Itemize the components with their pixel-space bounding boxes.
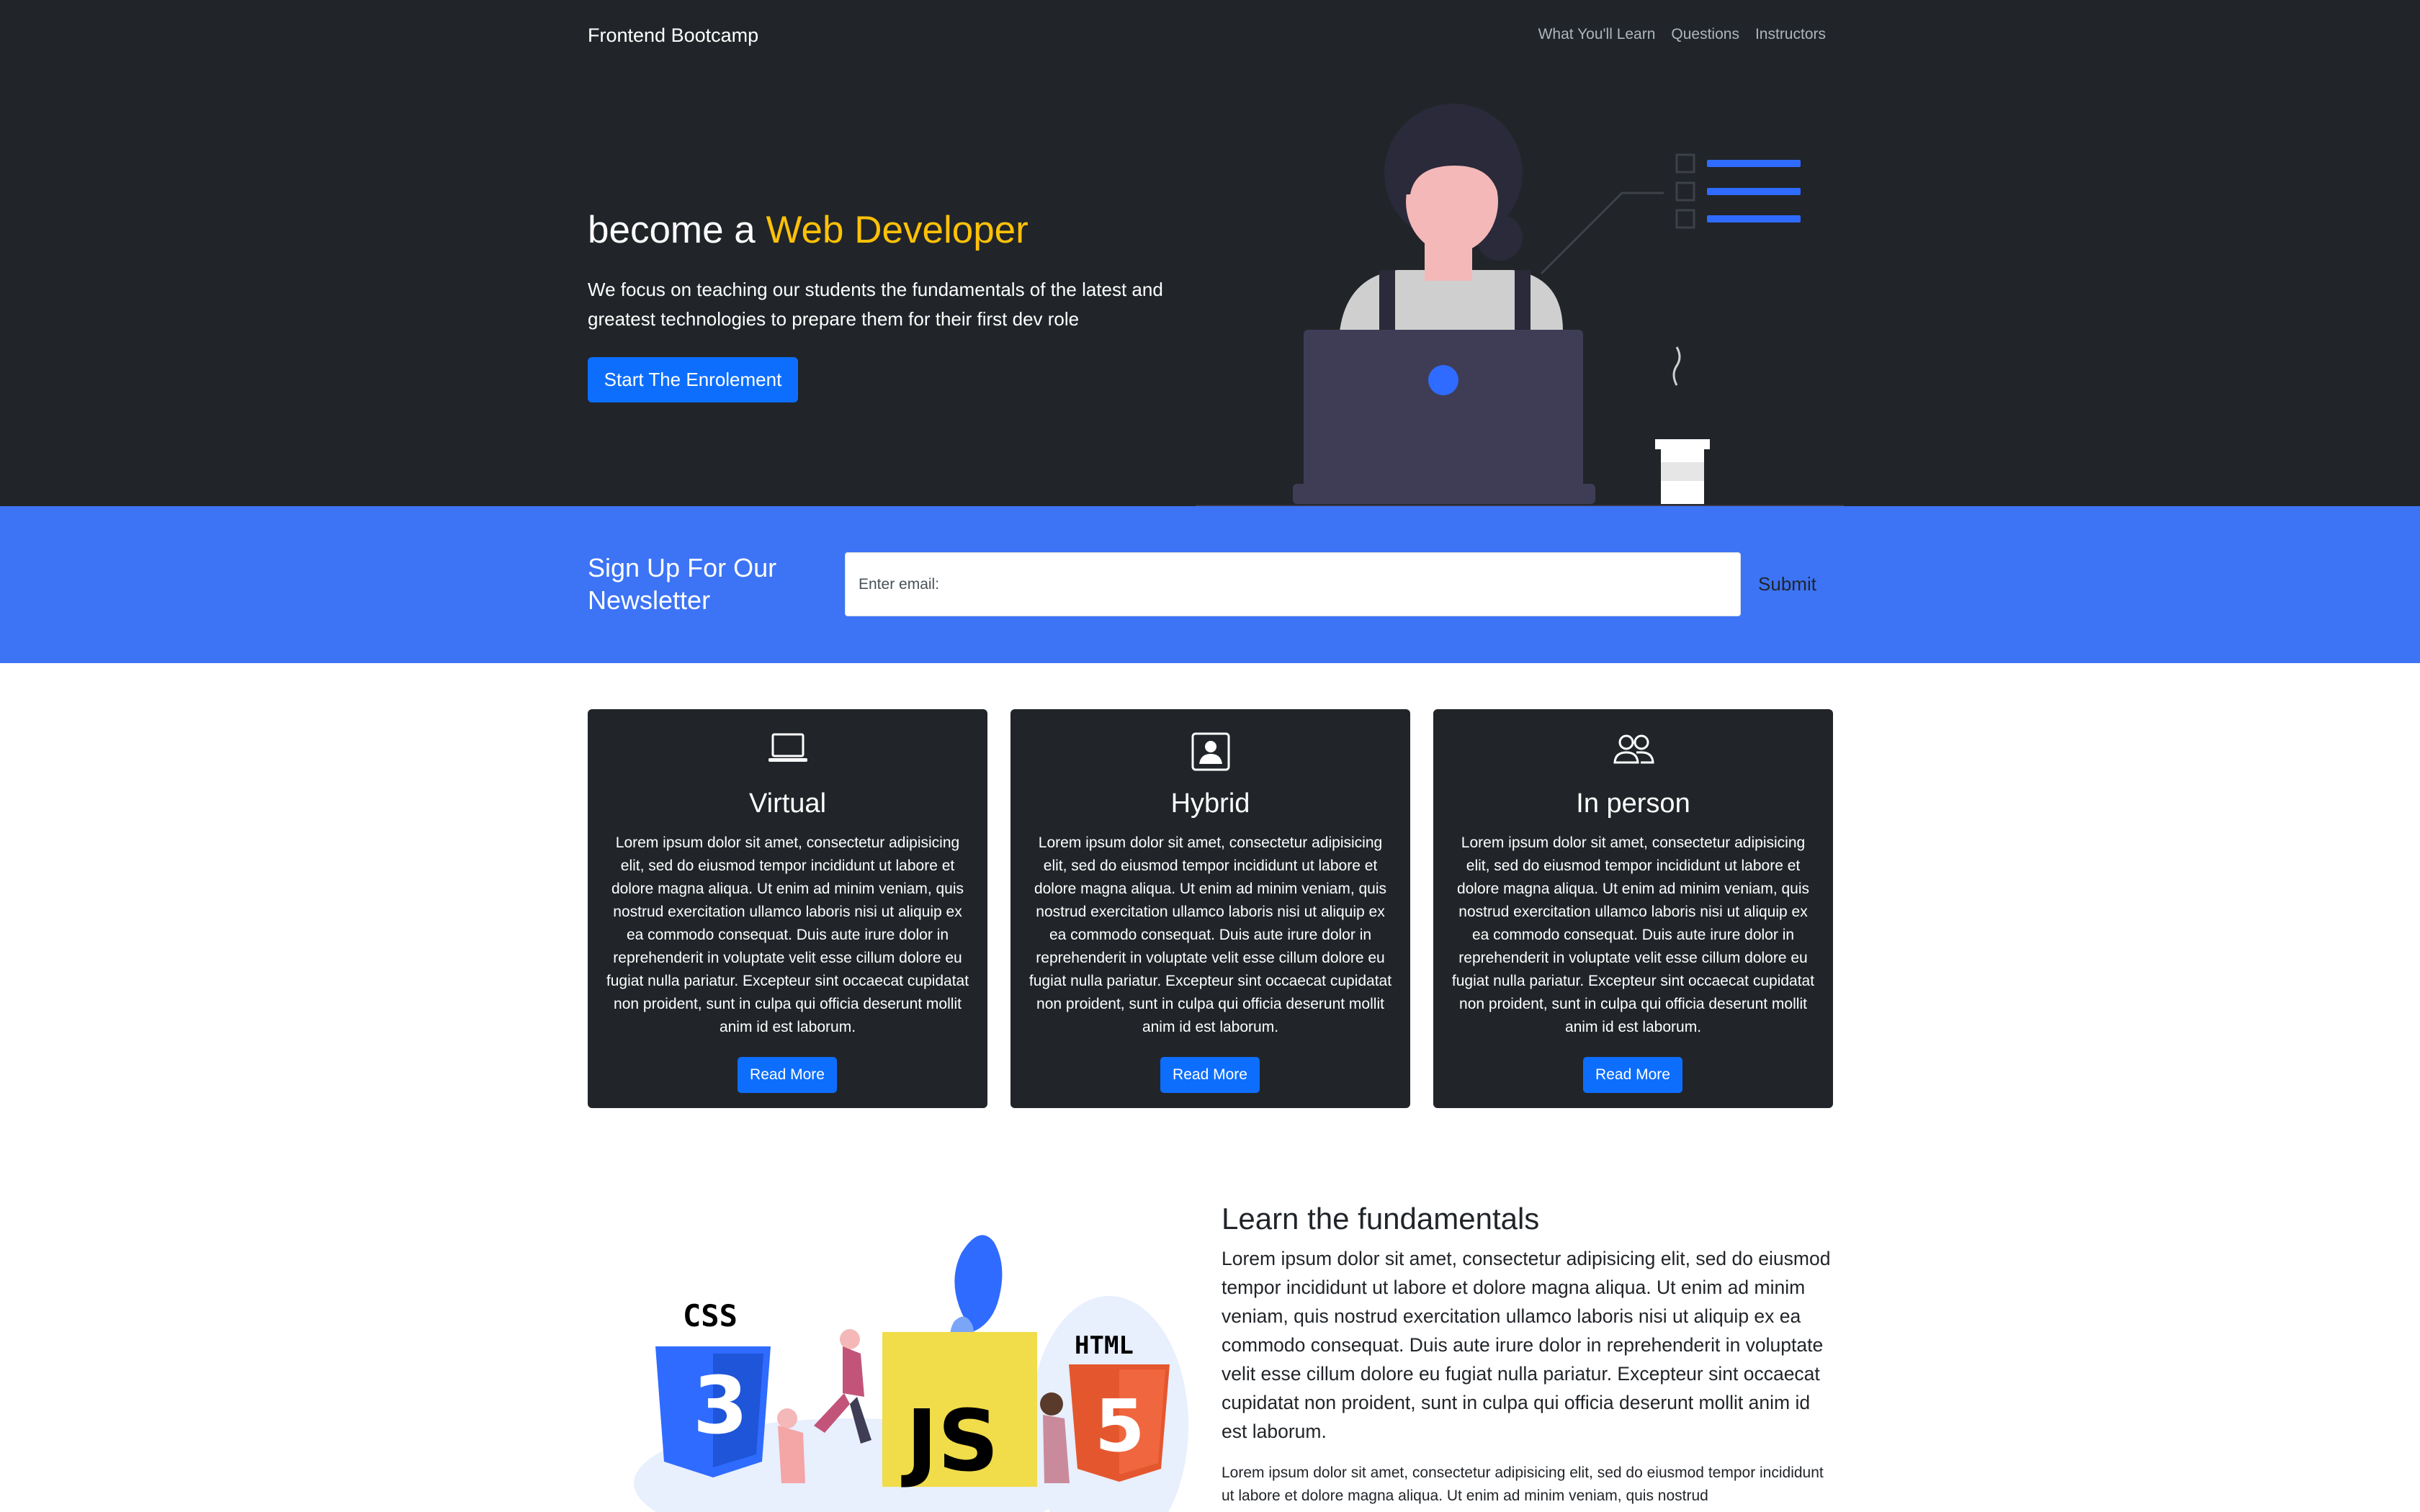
svg-text:5: 5	[1095, 1384, 1145, 1468]
css-logo: CSS 3	[655, 1298, 771, 1477]
coffee-cup-graphic	[1655, 346, 1710, 504]
navbar-links: What You'll Learn Questions Instructors	[1538, 24, 1826, 45]
checklist-graphic	[1540, 153, 1695, 275]
hero-title-accent: Web Developer	[766, 209, 1028, 251]
read-more-button[interactable]: Read More	[1160, 1057, 1260, 1093]
nav-link-questions[interactable]: Questions	[1671, 24, 1739, 45]
fundamentals-illustration: CSS 3 JS HTML 5	[634, 1235, 1188, 1512]
fundamentals-text: Lorem ipsum dolor sit amet, consectetur …	[1222, 1464, 1824, 1504]
hero-title-prefix: become a	[588, 209, 766, 251]
card-title: Virtual	[748, 788, 827, 819]
hero-illustration	[1196, 104, 1844, 508]
card-text: Lorem ipsum dolor sit amet, consectetur …	[1451, 834, 1815, 1035]
laptop-icon	[588, 732, 987, 770]
newsletter-submit-button[interactable]: Submit	[1742, 552, 1833, 616]
laptop-graphic	[1293, 330, 1595, 504]
people-icon	[1433, 732, 1833, 770]
svg-text:HTML: HTML	[1075, 1331, 1134, 1360]
newsletter-title: Sign Up For Our Newsletter	[588, 553, 777, 615]
card-hybrid: Hybrid Lorem ipsum dolor sit amet, conse…	[1010, 709, 1410, 1108]
card-title: Hybrid	[1170, 788, 1250, 819]
read-more-button[interactable]: Read More	[1583, 1057, 1682, 1093]
card-text: Lorem ipsum dolor sit amet, consectetur …	[1028, 834, 1392, 1035]
read-more-button[interactable]: Read More	[738, 1057, 837, 1093]
fundamentals-lead: Lorem ipsum dolor sit amet, consectetur …	[1222, 1248, 1831, 1442]
card-title: In person	[1576, 788, 1690, 819]
card-in-person: In person Lorem ipsum dolor sit amet, co…	[1433, 709, 1833, 1108]
nav-link-instructors[interactable]: Instructors	[1755, 24, 1826, 45]
fundamentals-title: Learn the fundamentals	[1222, 1202, 1540, 1236]
card-virtual: Virtual Lorem ipsum dolor sit amet, cons…	[588, 709, 987, 1108]
navbar-brand[interactable]: Frontend Bootcamp	[588, 23, 758, 48]
person-square-icon	[1010, 732, 1410, 771]
nav-link-what-youll-learn[interactable]: What You'll Learn	[1538, 24, 1656, 45]
svg-text:JS: JS	[901, 1391, 999, 1490]
js-logo: JS	[882, 1332, 1037, 1490]
email-input[interactable]	[845, 552, 1741, 616]
start-enrolment-button[interactable]: Start The Enrolement	[588, 357, 798, 402]
woman-figure	[1340, 104, 1563, 335]
svg-text:3: 3	[693, 1359, 748, 1452]
card-text: Lorem ipsum dolor sit amet, consectetur …	[606, 834, 969, 1035]
hero-title: become a Web Developer	[588, 203, 1028, 258]
svg-text:CSS: CSS	[683, 1298, 738, 1333]
hero-lead: We focus on teaching our students the fu…	[588, 279, 1163, 330]
